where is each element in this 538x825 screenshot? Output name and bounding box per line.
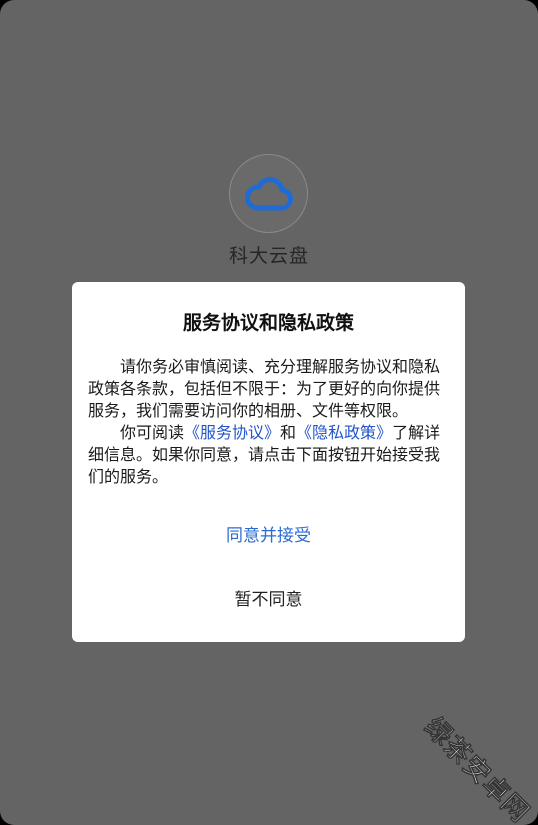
dialog-paragraph-permissions: 请你务必审慎阅读、充分理解服务协议和隐私政策各条款，包括但不限于：为了更好的向你… <box>88 357 441 420</box>
paragraph-prefix: 你可阅读 <box>120 423 185 442</box>
app-name: 科大云盘 <box>228 245 309 267</box>
watermark: 绿茶安卓网 <box>418 712 535 825</box>
and-text: 和 <box>280 423 297 442</box>
agreement-dialog: 服务协议和隐私政策 请你务必审慎阅读、充分理解服务协议和隐私政策各条款，包括但不… <box>72 282 465 642</box>
app-logo <box>229 154 308 233</box>
cloud-icon <box>244 176 293 210</box>
privacy-policy-link[interactable]: 《隐私政策》 <box>296 423 392 442</box>
dialog-title: 服务协议和隐私政策 <box>182 312 354 334</box>
service-agreement-link[interactable]: 《服务协议》 <box>184 423 280 442</box>
dialog-body: 请你务必审慎阅读、充分理解服务协议和隐私政策各条款，包括但不限于：为了更好的向你… <box>88 356 449 488</box>
decline-button[interactable]: 暂不同意 <box>72 584 465 616</box>
app-screen: 科大云盘 服务协议和隐私政策 请你务必审慎阅读、充分理解服务协议和隐私政策各条款… <box>0 0 538 825</box>
dialog-paragraph-links: 你可阅读《服务协议》和《隐私政策》了解详细信息。如果你同意，请点击下面按钮开始接… <box>88 422 449 488</box>
agree-button[interactable]: 同意并接受 <box>72 520 465 552</box>
